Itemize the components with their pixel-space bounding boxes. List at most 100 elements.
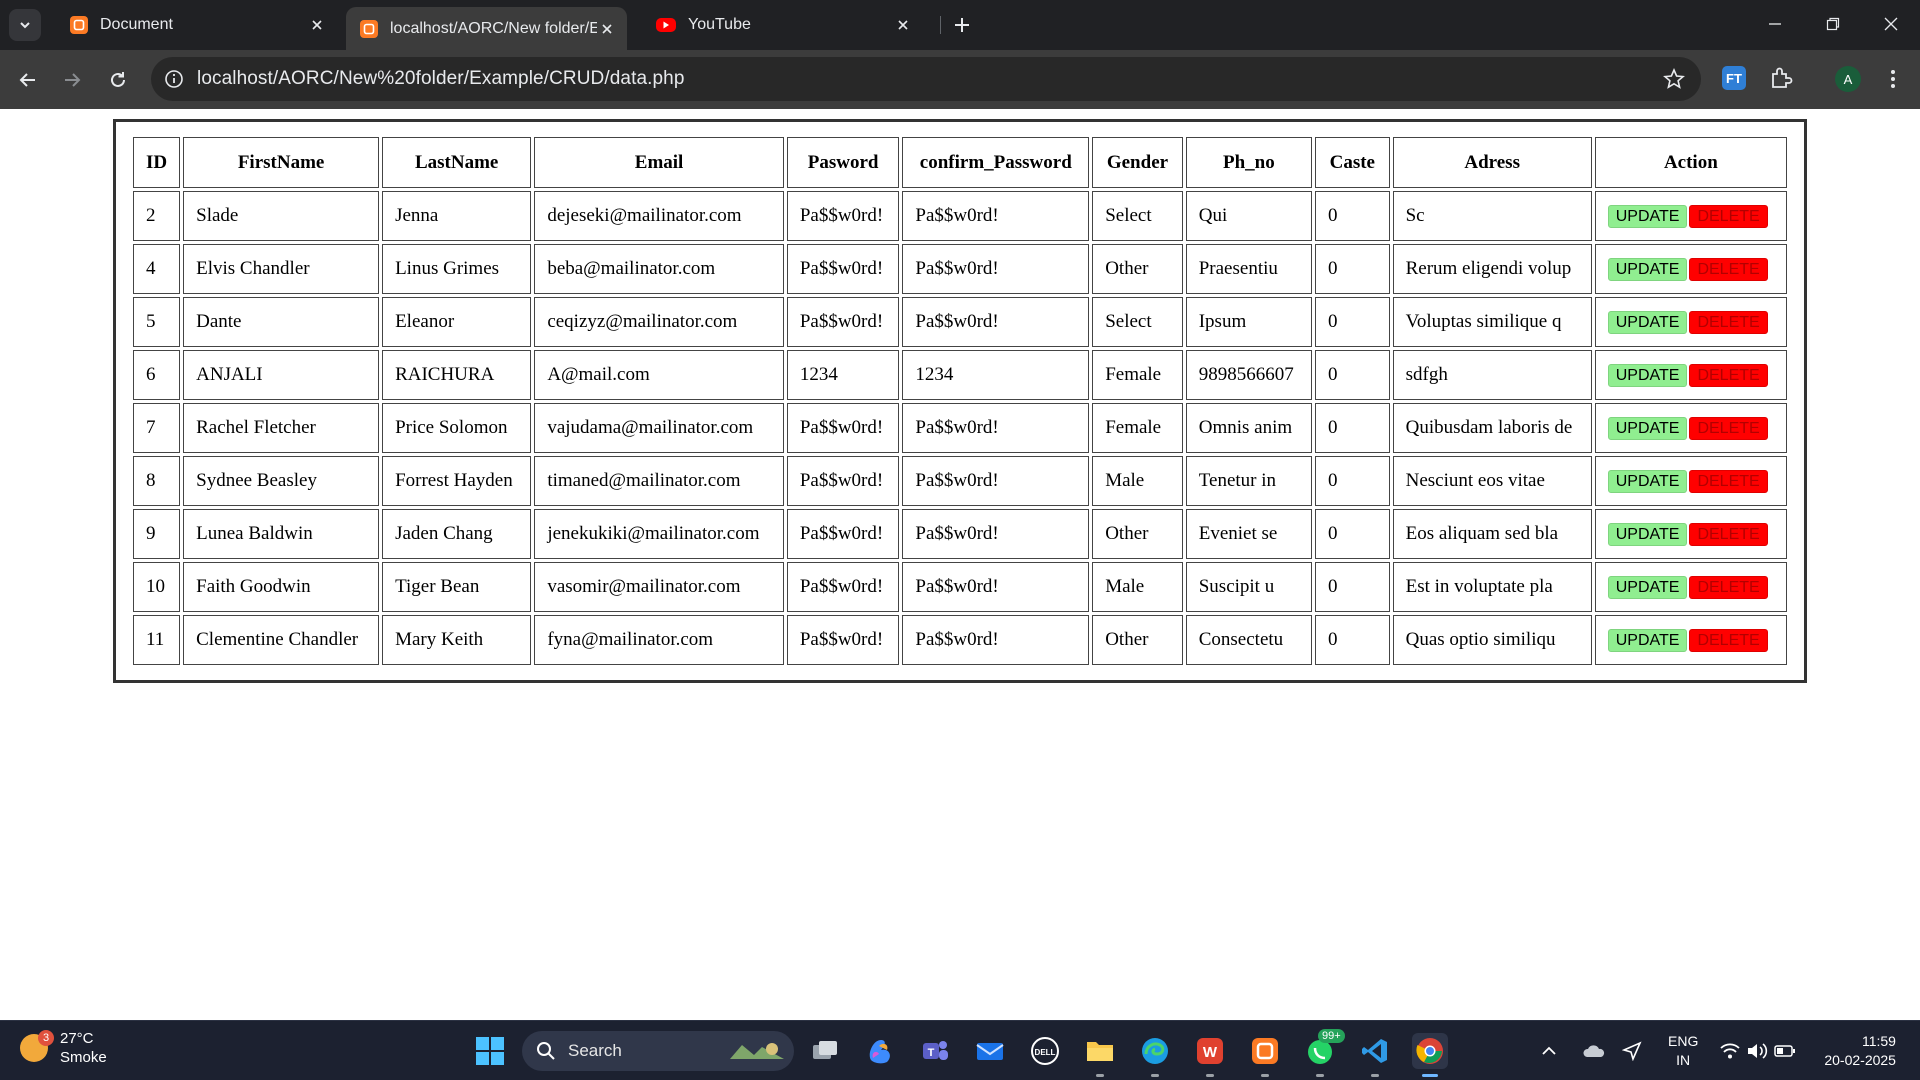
cell-phone: Consectetu bbox=[1185, 615, 1313, 665]
restore-button[interactable] bbox=[1804, 0, 1862, 48]
cell-phone: 9898566607 bbox=[1185, 350, 1313, 400]
vscode-icon[interactable] bbox=[1357, 1033, 1393, 1077]
page-content: ID FirstName LastName Email Pasword conf… bbox=[0, 109, 1920, 1020]
chevron-up-icon[interactable] bbox=[1540, 1042, 1558, 1060]
tab-separator bbox=[940, 16, 941, 34]
onedrive-icon[interactable] bbox=[1582, 1042, 1606, 1060]
cell-action: UPDATE DELETE bbox=[1594, 615, 1787, 665]
table-row: 9 Lunea Baldwin Jaden Chang jenekukiki@mail… bbox=[133, 509, 1787, 559]
update-button[interactable]: UPDATE bbox=[1607, 416, 1688, 440]
reload-button[interactable] bbox=[102, 64, 134, 96]
more-menu-icon[interactable] bbox=[1884, 66, 1902, 92]
language-indicator[interactable]: ENG IN bbox=[1668, 1032, 1698, 1070]
copilot-icon[interactable] bbox=[862, 1033, 898, 1069]
header-email: Email bbox=[534, 137, 784, 188]
back-button[interactable] bbox=[12, 64, 44, 96]
file-explorer-icon[interactable] bbox=[1082, 1033, 1118, 1077]
cell-action: UPDATE DELETE bbox=[1594, 562, 1787, 612]
plus-icon bbox=[955, 18, 969, 32]
update-button[interactable]: UPDATE bbox=[1607, 469, 1688, 493]
delete-button[interactable]: DELETE bbox=[1689, 416, 1768, 440]
running-indicator bbox=[1371, 1074, 1379, 1077]
close-icon[interactable] bbox=[597, 19, 617, 39]
update-button[interactable]: UPDATE bbox=[1607, 257, 1688, 281]
tab-localhost-data[interactable]: localhost/AORC/New folder/Exa bbox=[346, 7, 627, 50]
chrome-icon[interactable] bbox=[1412, 1033, 1448, 1077]
cell-confirm-password: Pa$$w0rd! bbox=[902, 297, 1090, 347]
bookmark-star-icon[interactable] bbox=[1663, 67, 1685, 90]
notification-badge: 3 bbox=[38, 1030, 54, 1046]
extensions-puzzle-icon[interactable] bbox=[1768, 65, 1794, 91]
tab-youtube[interactable]: YouTube bbox=[642, 8, 923, 42]
cell-phone: Tenetur in bbox=[1185, 456, 1313, 506]
cell-lastname: Eleanor bbox=[382, 297, 532, 347]
delete-button[interactable]: DELETE bbox=[1689, 628, 1768, 652]
delete-button[interactable]: DELETE bbox=[1689, 204, 1768, 228]
forward-button[interactable] bbox=[56, 64, 88, 96]
cell-caste: 0 bbox=[1315, 403, 1390, 453]
delete-button[interactable]: DELETE bbox=[1689, 522, 1768, 546]
wps-office-icon[interactable]: W bbox=[1192, 1033, 1228, 1077]
windows-start-icon[interactable] bbox=[472, 1033, 508, 1069]
tab-search-button[interactable] bbox=[9, 9, 41, 41]
address-bar[interactable]: localhost/AORC/New%20folder/Example/CRUD… bbox=[151, 57, 1701, 101]
tab-document[interactable]: Document bbox=[56, 8, 337, 42]
delete-button[interactable]: DELETE bbox=[1689, 310, 1768, 334]
weather-sun-icon: 3 bbox=[20, 1030, 54, 1062]
whatsapp-icon[interactable]: 99+ bbox=[1302, 1029, 1345, 1077]
delete-button[interactable]: DELETE bbox=[1689, 575, 1768, 599]
task-view-icon[interactable] bbox=[807, 1033, 843, 1069]
update-button[interactable]: UPDATE bbox=[1607, 628, 1688, 652]
update-button[interactable]: UPDATE bbox=[1607, 575, 1688, 599]
cell-address: Est in voluptate pla bbox=[1392, 562, 1592, 612]
new-tab-button[interactable] bbox=[950, 13, 974, 37]
delete-button[interactable]: DELETE bbox=[1689, 469, 1768, 493]
xampp-icon bbox=[70, 16, 88, 34]
volume-icon[interactable] bbox=[1746, 1042, 1768, 1060]
cell-caste: 0 bbox=[1315, 509, 1390, 559]
cell-password: 1234 bbox=[786, 350, 900, 400]
cell-id: 10 bbox=[133, 562, 181, 612]
xampp-icon[interactable] bbox=[1247, 1033, 1283, 1077]
clock-time: 11:59 bbox=[1861, 1033, 1896, 1049]
close-window-button[interactable] bbox=[1862, 0, 1920, 48]
minimize-button[interactable] bbox=[1746, 0, 1804, 48]
extension-ft-icon[interactable]: FT bbox=[1722, 66, 1746, 90]
update-button[interactable]: UPDATE bbox=[1607, 204, 1688, 228]
svg-text:T: T bbox=[928, 1047, 935, 1059]
table-row: 8 Sydnee Beasley Forrest Hayden timaned@mai… bbox=[133, 456, 1787, 506]
update-button[interactable]: UPDATE bbox=[1607, 310, 1688, 334]
url-text[interactable]: localhost/AORC/New%20folder/Example/CRUD… bbox=[197, 68, 685, 90]
cell-confirm-password: Pa$$w0rd! bbox=[902, 191, 1090, 241]
system-tray: ENG IN 11:59 20-02-2025 bbox=[1540, 1021, 1896, 1080]
profile-avatar[interactable]: A bbox=[1835, 66, 1861, 92]
edge-icon[interactable] bbox=[1137, 1033, 1173, 1077]
running-indicator bbox=[1422, 1074, 1438, 1077]
update-button[interactable]: UPDATE bbox=[1607, 522, 1688, 546]
table-row: 11 Clementine Chandler Mary Keith fyna@mail… bbox=[133, 615, 1787, 665]
close-icon[interactable] bbox=[307, 15, 327, 35]
weather-widget[interactable]: 3 27°C Smoke bbox=[20, 1029, 107, 1067]
cell-gender: Other bbox=[1092, 615, 1183, 665]
cell-id: 8 bbox=[133, 456, 181, 506]
battery-icon[interactable] bbox=[1774, 1044, 1796, 1058]
cell-lastname: Jaden Chang bbox=[382, 509, 532, 559]
dell-icon[interactable]: DELL bbox=[1027, 1033, 1063, 1069]
mail-icon[interactable] bbox=[972, 1033, 1008, 1069]
teams-icon[interactable]: T bbox=[917, 1033, 953, 1069]
running-indicator bbox=[1151, 1074, 1159, 1077]
close-icon[interactable] bbox=[893, 15, 913, 35]
youtube-icon bbox=[656, 18, 676, 32]
update-button[interactable]: UPDATE bbox=[1607, 363, 1688, 387]
delete-button[interactable]: DELETE bbox=[1689, 363, 1768, 387]
table-row: 4 Elvis Chandler Linus Grimes beba@mailinat… bbox=[133, 244, 1787, 294]
clock[interactable]: 11:59 20-02-2025 bbox=[1824, 1032, 1896, 1070]
site-info-icon[interactable] bbox=[163, 68, 185, 90]
search-icon bbox=[537, 1042, 555, 1060]
browser-toolbar: localhost/AORC/New%20folder/Example/CRUD… bbox=[0, 50, 1920, 109]
taskbar-search[interactable]: Search bbox=[522, 1031, 794, 1071]
delete-button[interactable]: DELETE bbox=[1689, 257, 1768, 281]
table-row: 10 Faith Goodwin Tiger Bean vasomir@mailina… bbox=[133, 562, 1787, 612]
location-icon[interactable] bbox=[1622, 1041, 1642, 1061]
wifi-icon[interactable] bbox=[1720, 1042, 1740, 1060]
